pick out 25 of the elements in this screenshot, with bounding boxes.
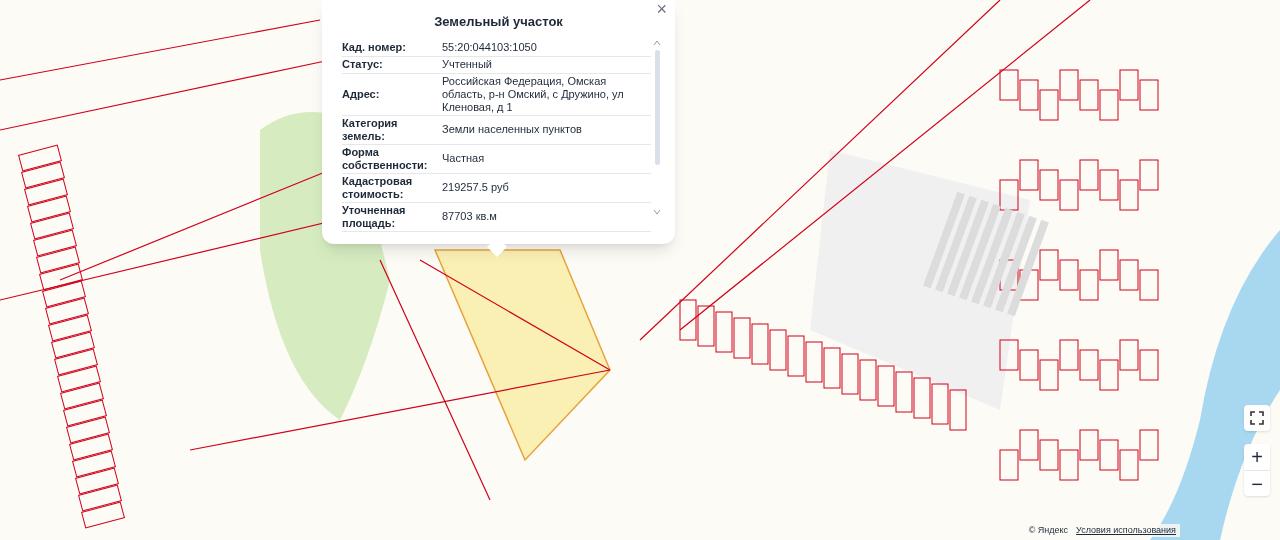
fullscreen-button[interactable] (1244, 405, 1270, 431)
field-label: Уточненная площадь: (342, 203, 407, 230)
field-value: 219257.5 руб (442, 181, 510, 194)
field-label: Адрес: (342, 87, 381, 101)
fullscreen-icon (1250, 411, 1264, 425)
field-value: Учтенный (442, 58, 493, 71)
chevron-down-icon (653, 208, 661, 215)
close-button[interactable]: × (656, 0, 667, 18)
field-value: Российская Федерация, Омская область, р-н Омский, с Дружино, ул Кленовая, д 1 (442, 74, 625, 114)
field-label: Категория земель: (342, 116, 399, 143)
popup-title: Земельный участок (433, 13, 564, 31)
field-value: Земли населенных пунктов (442, 123, 583, 136)
field-value: Частная (442, 152, 486, 165)
field-label: Кадастровая стоимость: (342, 174, 414, 201)
scrollbar-thumb[interactable] (654, 49, 660, 165)
chevron-up-icon (653, 39, 661, 46)
field-value: 55:20:044103:1050 (442, 41, 538, 54)
field-value: 87703 кв.м (442, 210, 498, 223)
copyright-text: © Яндекс (1028, 523, 1069, 537)
zoom-in-button[interactable]: + (1244, 444, 1270, 470)
field-label: Статус: (342, 58, 384, 71)
field-label: Форма собственности: (342, 145, 429, 172)
terms-link[interactable]: Условия использования (1076, 523, 1176, 537)
field-label: Кад. номер: (342, 41, 407, 54)
zoom-out-button[interactable]: − (1244, 470, 1270, 496)
